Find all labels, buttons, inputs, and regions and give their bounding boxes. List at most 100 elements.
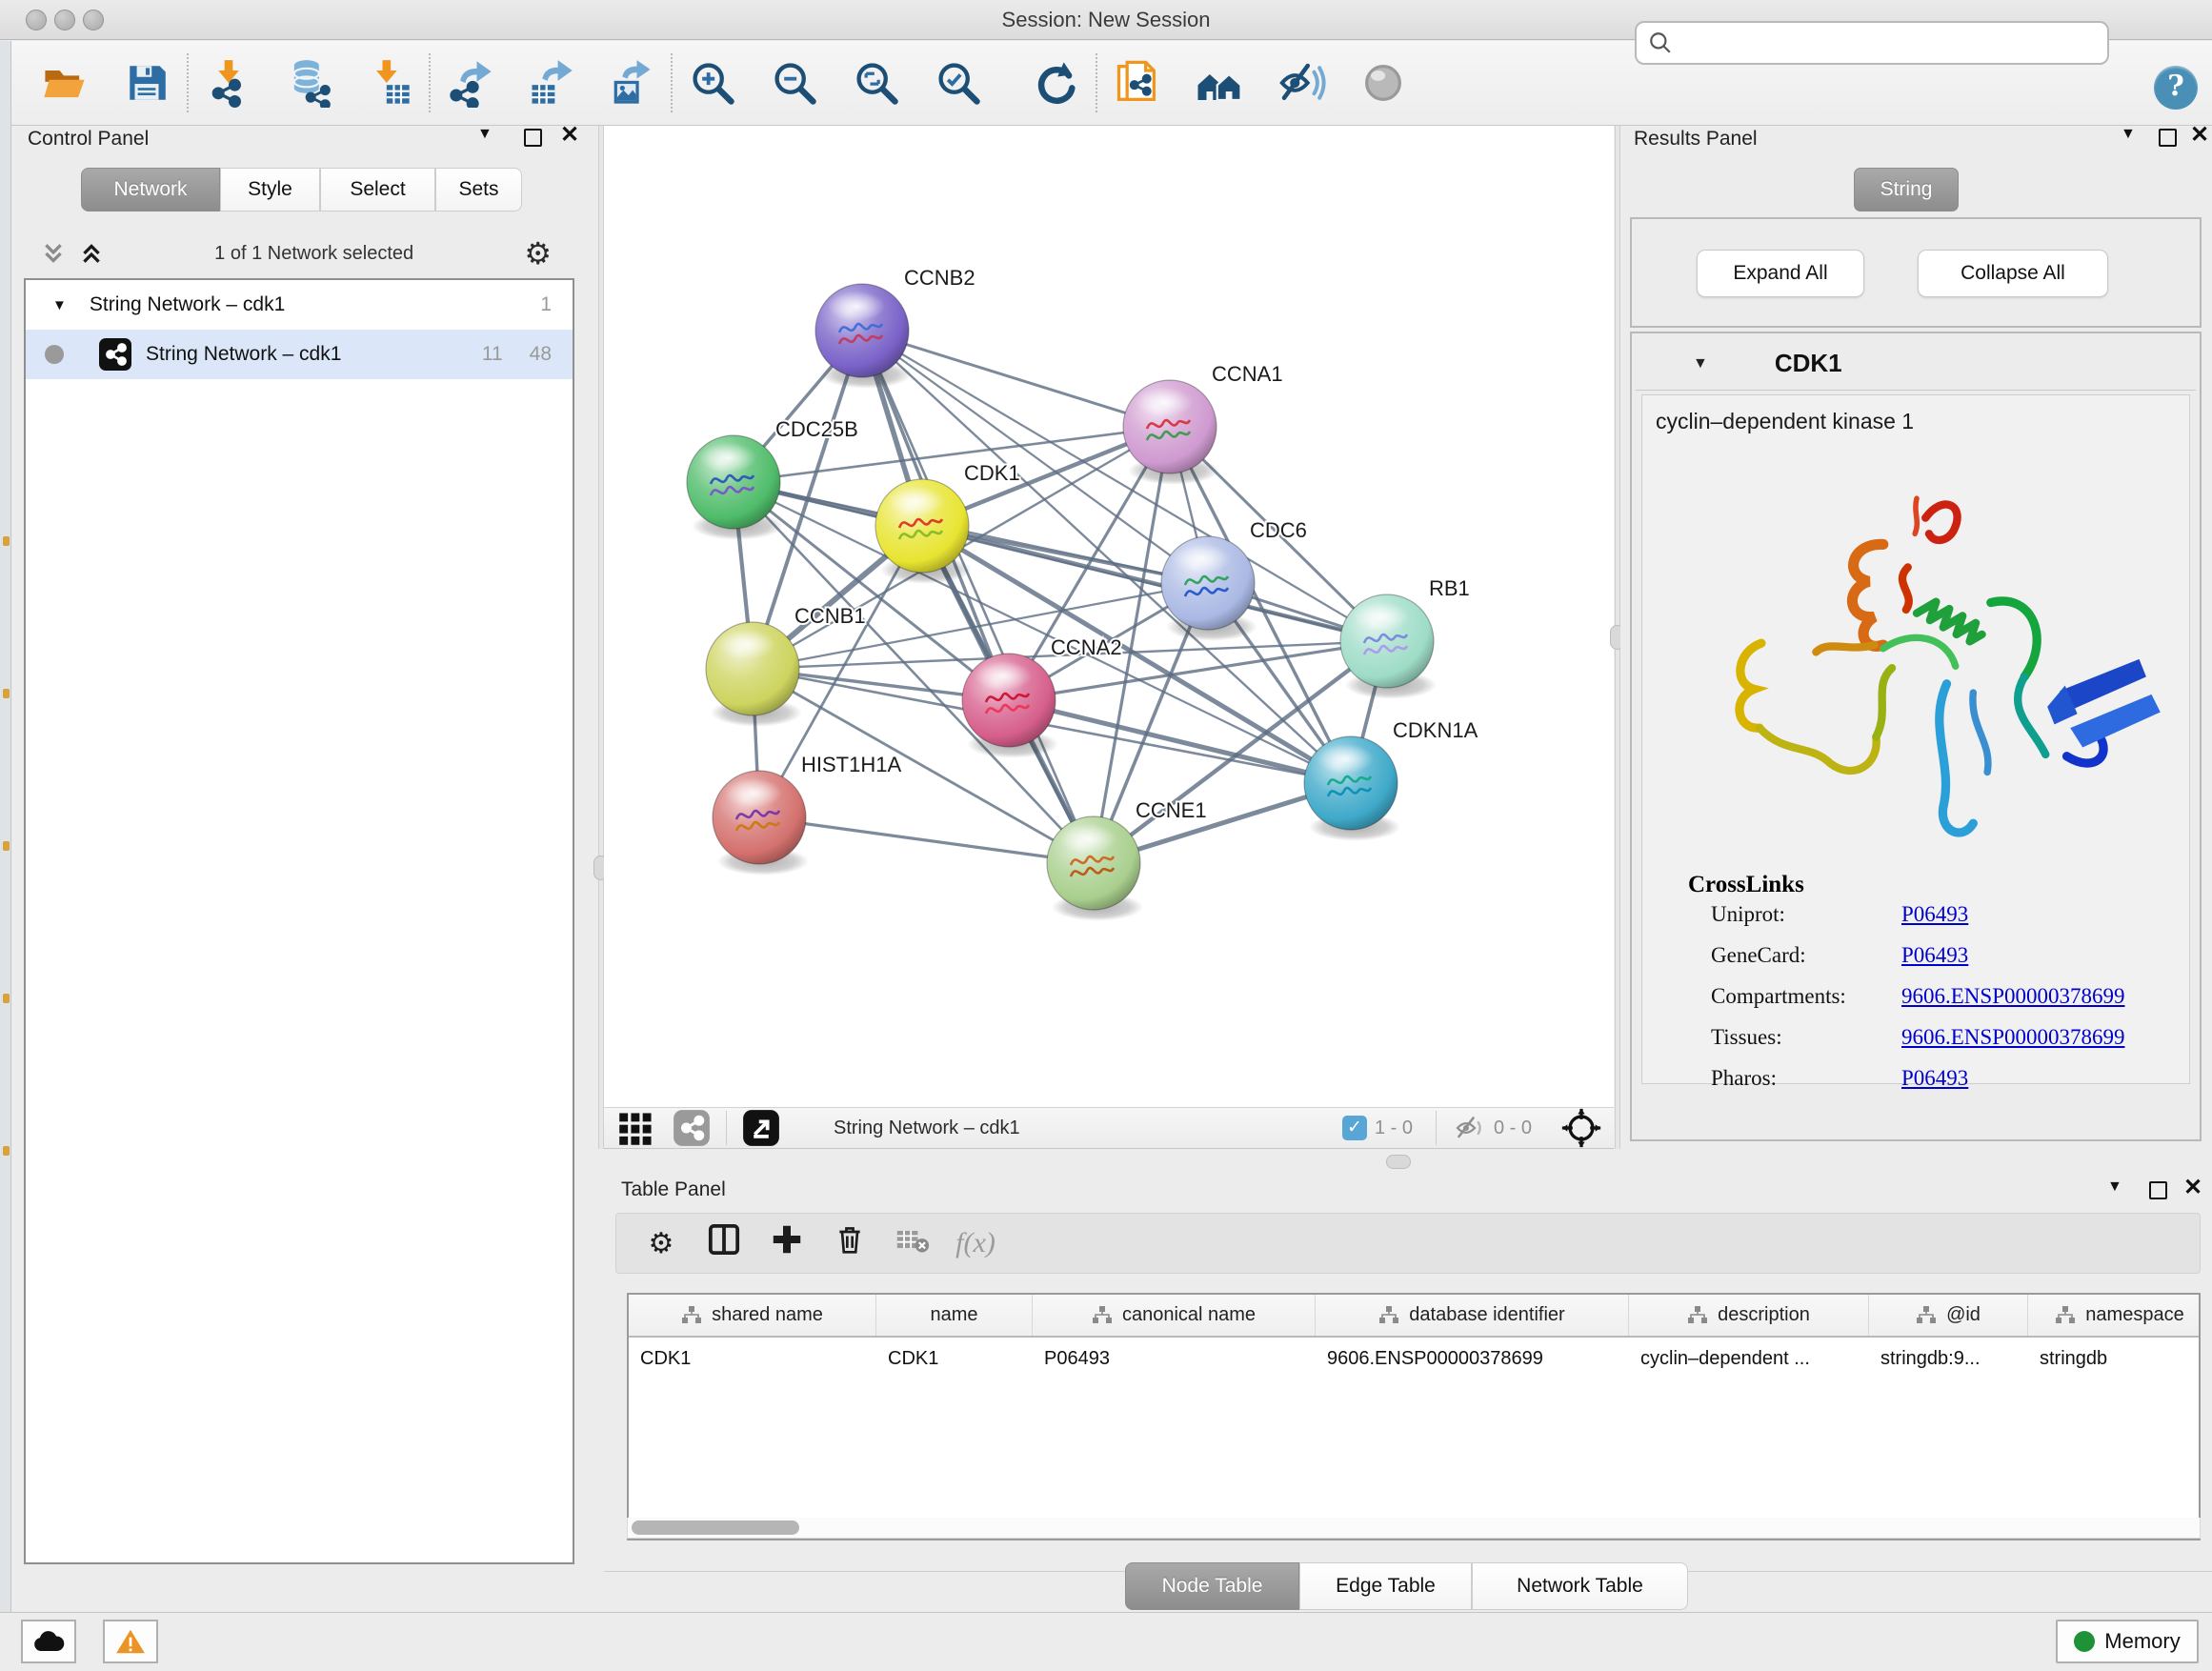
table-cell[interactable]: 9606.ENSP00000378699 <box>1316 1338 1629 1379</box>
column-header--id[interactable]: @id <box>1869 1295 2028 1336</box>
collapse-all-chevron-icon[interactable] <box>79 241 104 266</box>
crosslink-link[interactable]: P06493 <box>1901 1066 1968 1091</box>
table-cell[interactable]: CDK1 <box>876 1338 1033 1379</box>
cloud-button[interactable] <box>21 1620 76 1663</box>
delete-table-icon[interactable] <box>881 1222 944 1264</box>
table-panel-float-icon[interactable] <box>2149 1181 2167 1199</box>
network-node-CDKN1A[interactable]: CDKN1A <box>1304 718 1478 841</box>
network-canvas[interactable]: CCNB2CCNA1CDC25BCDK1CDC6RB1CCNB1CCNA2CDK… <box>604 126 1614 1107</box>
results-panel-float-icon[interactable] <box>2159 129 2177 147</box>
show-columns-icon[interactable] <box>693 1223 755 1263</box>
import-network-from-file-button[interactable] <box>202 56 255 110</box>
open-in-window-icon[interactable] <box>742 1109 780 1147</box>
network-collection-label: String Network – cdk1 <box>90 293 285 316</box>
table-cell[interactable]: stringdb <box>2028 1338 2201 1379</box>
export-network-button[interactable] <box>444 56 497 110</box>
apply-layout-button[interactable] <box>1029 56 1082 110</box>
column-header-name[interactable]: name <box>876 1295 1033 1336</box>
warning-button[interactable] <box>103 1620 158 1663</box>
tab-node-table[interactable]: Node Table <box>1125 1562 1299 1610</box>
export-network-icon <box>446 58 495 108</box>
table-settings-gear-icon[interactable]: ⚙ <box>630 1227 693 1260</box>
entry-expander-icon[interactable]: ▼ <box>1693 355 1708 372</box>
network-node-CDC6[interactable]: CDC6 <box>1161 518 1307 641</box>
column-header-description[interactable]: description <box>1629 1295 1869 1336</box>
hide-selection-button[interactable] <box>1275 56 1328 110</box>
table-cell[interactable]: P06493 <box>1033 1338 1316 1379</box>
grid-view-icon[interactable] <box>617 1109 655 1147</box>
import-network-from-database-button[interactable] <box>282 56 335 110</box>
function-builder-icon[interactable]: f(x) <box>944 1227 1007 1259</box>
table-panel-collapse-icon[interactable]: ▼ <box>2107 1178 2122 1196</box>
tree-expander-icon[interactable]: ▼ <box>52 297 67 313</box>
table-row[interactable]: CDK1CDK1P064939606.ENSP00000378699cyclin… <box>629 1338 2199 1379</box>
zoom-in-button[interactable] <box>686 56 739 110</box>
tab-style[interactable]: Style <box>220 168 320 211</box>
help-button[interactable]: ? <box>2154 66 2198 110</box>
export-table-button[interactable] <box>524 56 577 110</box>
tab-sets[interactable]: Sets <box>435 168 522 211</box>
network-node-CCNB2[interactable]: CCNB2 <box>815 266 975 389</box>
table-cell[interactable]: stringdb:9... <box>1869 1338 2028 1379</box>
expand-all-chevron-icon[interactable] <box>41 241 66 266</box>
clone-network-button[interactable] <box>1111 56 1164 110</box>
crosslink-link[interactable]: P06493 <box>1901 902 1968 927</box>
network-tree-root-row[interactable]: ▼ String Network – cdk1 1 <box>26 280 573 330</box>
crosslink-link[interactable]: P06493 <box>1901 943 1968 968</box>
delete-column-trash-icon[interactable] <box>818 1224 881 1262</box>
edge-CCNB2-CCNE1[interactable] <box>862 331 1094 863</box>
tab-network[interactable]: Network <box>81 168 220 211</box>
birds-eye-crosshair-icon[interactable] <box>1560 1107 1602 1149</box>
results-panel-close-icon[interactable]: ✕ <box>2190 126 2209 144</box>
network-node-CCNA1[interactable]: CCNA1 <box>1123 362 1283 485</box>
expand-all-button[interactable]: Expand All <box>1697 250 1864 297</box>
export-image-button[interactable] <box>604 56 657 110</box>
network-node-CDK1[interactable]: CDK1 <box>875 461 1020 584</box>
column-header-shared-name[interactable]: shared name <box>629 1295 876 1336</box>
tab-select[interactable]: Select <box>320 168 435 211</box>
tab-string[interactable]: String <box>1854 168 1959 211</box>
network-options-gear-icon[interactable]: ⚙ <box>524 235 552 272</box>
zoom-selected-button[interactable] <box>932 56 985 110</box>
scrollbar-thumb[interactable] <box>632 1520 799 1535</box>
network-tree-row[interactable]: String Network – cdk1 11 48 <box>26 330 573 379</box>
node-table[interactable]: shared namenamecanonical namedatabase id… <box>627 1293 2201 1540</box>
column-header-database-identifier[interactable]: database identifier <box>1316 1295 1629 1336</box>
table-cell[interactable]: cyclin–dependent ... <box>1629 1338 1869 1379</box>
edge-HIST1H1A-CCNE1[interactable] <box>759 817 1094 863</box>
table-cell[interactable]: CDK1 <box>629 1338 876 1379</box>
add-column-icon[interactable] <box>755 1224 818 1262</box>
network-graph[interactable]: CCNB2CCNA1CDC25BCDK1CDC6RB1CCNB1CCNA2CDK… <box>604 126 1614 1107</box>
control-panel-float-icon[interactable] <box>524 129 542 147</box>
search-input[interactable] <box>1673 24 2107 62</box>
network-node-HIST1H1A[interactable]: HIST1H1A <box>713 753 901 876</box>
export-image-icon <box>606 58 655 108</box>
zoom-out-button[interactable] <box>768 56 821 110</box>
control-panel-close-icon[interactable]: ✕ <box>560 126 579 144</box>
show-all-button[interactable] <box>1357 56 1410 110</box>
column-header-namespace[interactable]: namespace <box>2028 1295 2201 1336</box>
open-session-button[interactable] <box>38 56 91 110</box>
selected-node-edge-counts: 1 - 0 <box>1375 1117 1413 1139</box>
column-header-canonical-name[interactable]: canonical name <box>1033 1295 1316 1336</box>
table-horizontal-scrollbar[interactable] <box>627 1518 2201 1539</box>
network-node-RB1[interactable]: RB1 <box>1340 576 1470 699</box>
tab-network-table[interactable]: Network Table <box>1472 1562 1688 1610</box>
save-session-button[interactable] <box>120 56 173 110</box>
memory-button[interactable]: Memory <box>2056 1620 2199 1663</box>
selected-checkbox-icon[interactable]: ✓ <box>1342 1116 1367 1140</box>
results-panel-collapse-icon[interactable]: ▼ <box>2121 126 2136 143</box>
tab-edge-table[interactable]: Edge Table <box>1299 1562 1472 1610</box>
collapse-all-button[interactable]: Collapse All <box>1918 250 2108 297</box>
crosslink-link[interactable]: 9606.ENSP00000378699 <box>1901 984 2125 1009</box>
crosslink-row: Uniprot:P06493 <box>1711 902 2191 927</box>
zoom-fit-button[interactable] <box>850 56 903 110</box>
control-panel-collapse-icon[interactable]: ▼ <box>477 126 493 143</box>
network-view-share-icon[interactable] <box>673 1109 711 1147</box>
table-panel-close-icon[interactable]: ✕ <box>2183 1178 2202 1197</box>
horizontal-splitter-grip[interactable] <box>1386 1155 1411 1169</box>
import-table-from-file-button[interactable] <box>362 56 415 110</box>
gene-entry-header[interactable]: ▼ CDK1 <box>1636 337 2196 391</box>
first-neighbors-button[interactable] <box>1193 56 1246 110</box>
crosslink-link[interactable]: 9606.ENSP00000378699 <box>1901 1025 2125 1050</box>
